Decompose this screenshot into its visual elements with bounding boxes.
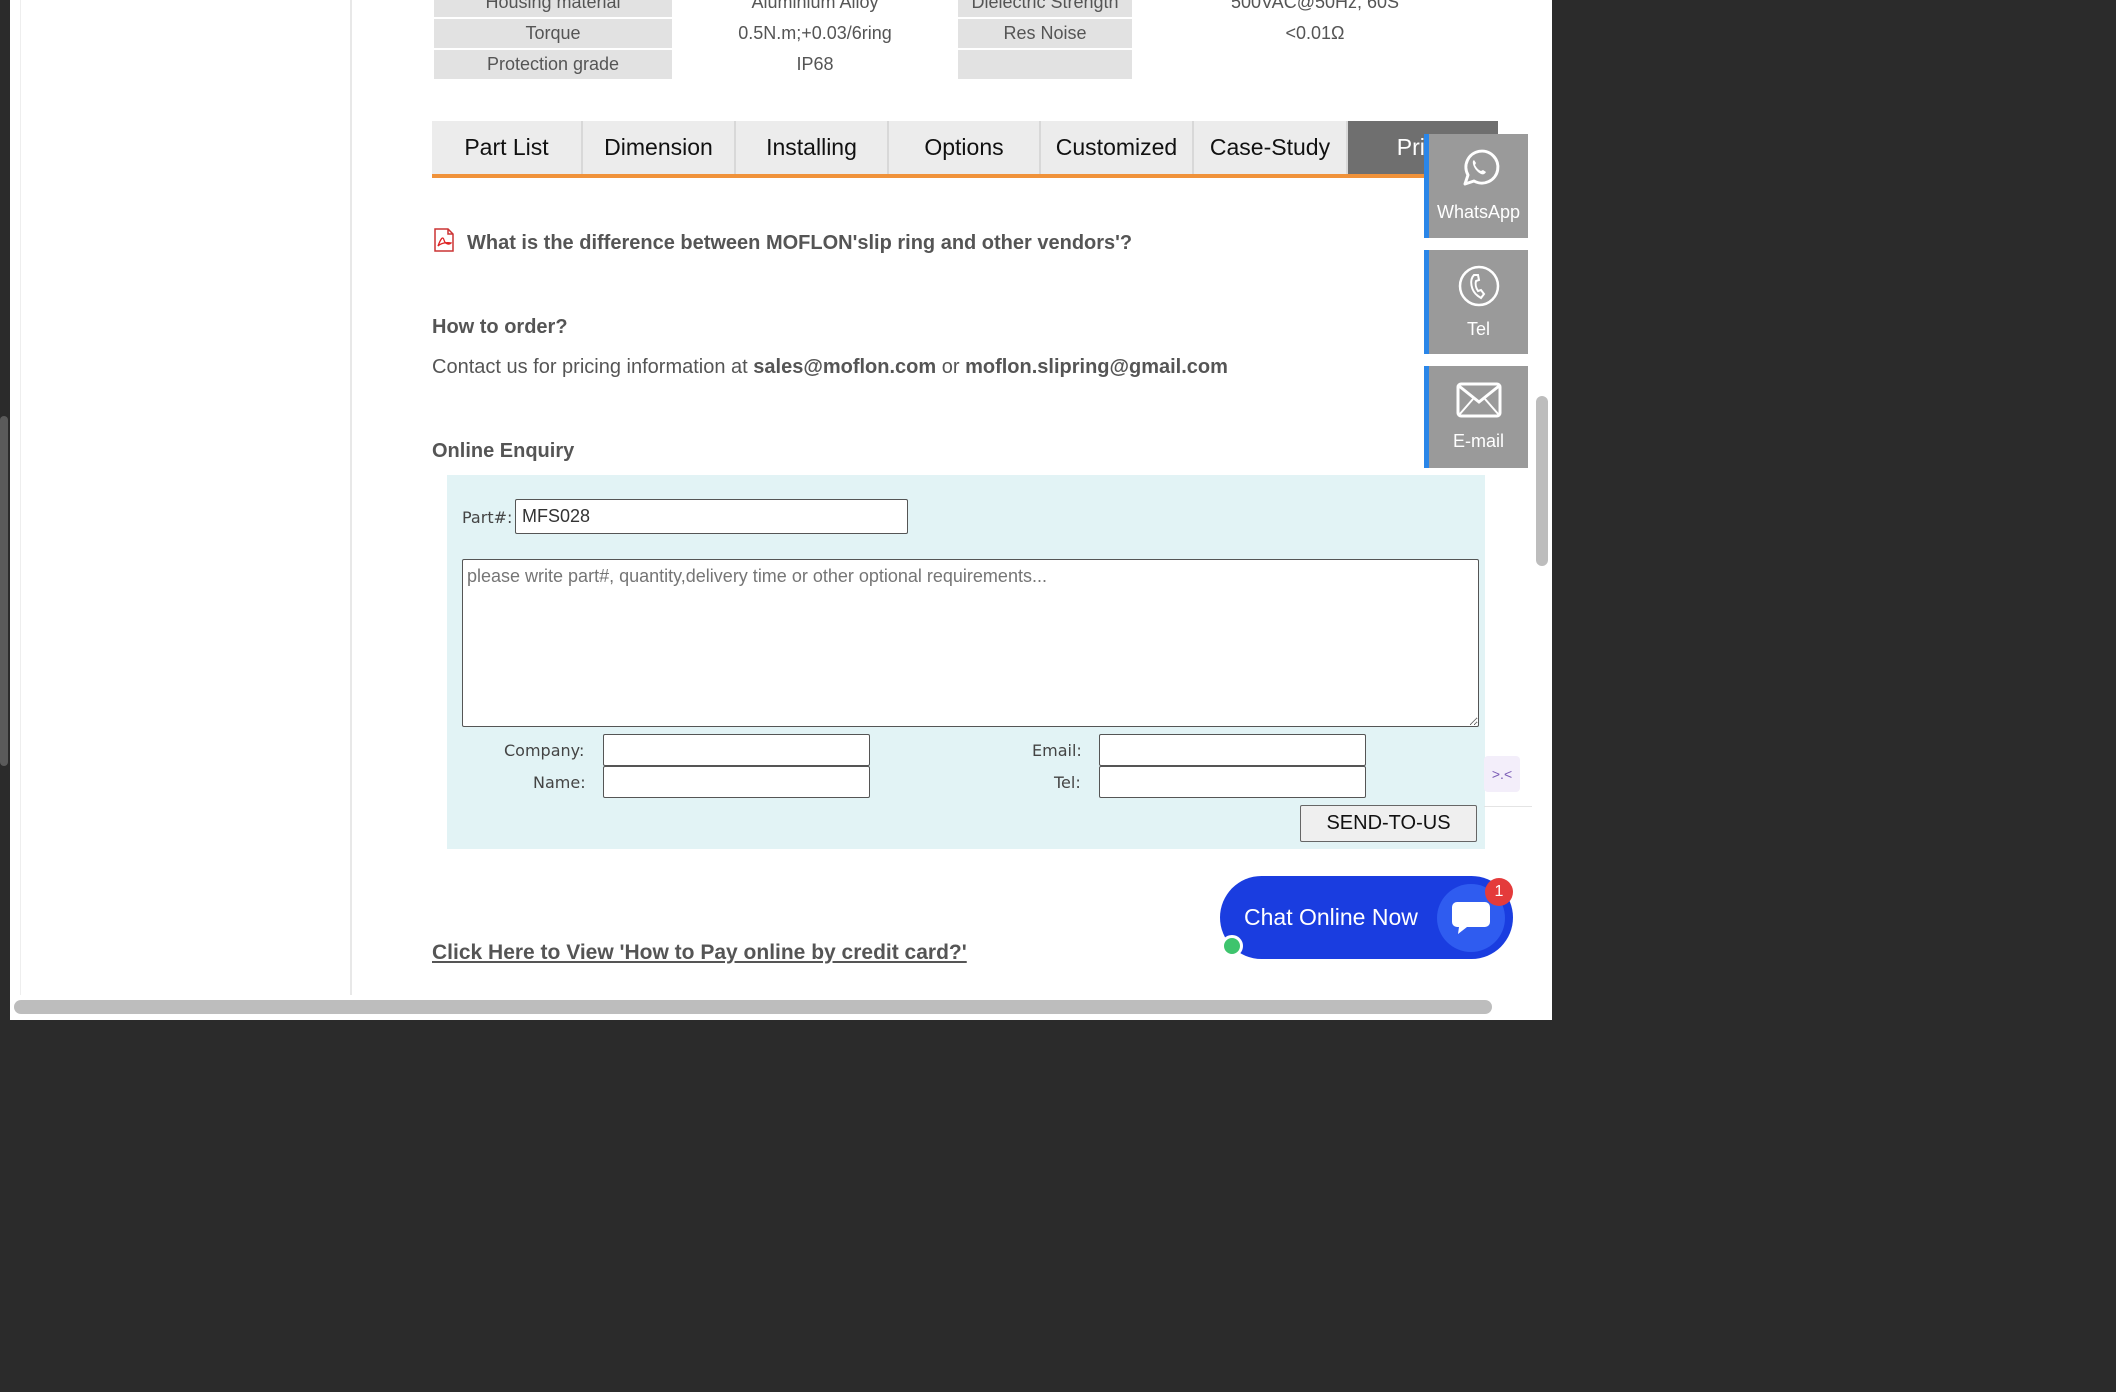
spec-key: Dielectric Strength (956, 0, 1134, 19)
left-scrollbar[interactable] (0, 416, 8, 766)
mail-icon (1456, 382, 1501, 418)
email-button[interactable]: E-mail (1424, 366, 1528, 468)
table-row: Torque 0.5N.m;+0.03/6ring Res Noise <0.0… (432, 17, 1498, 50)
spec-key: Housing material (432, 0, 674, 19)
mini-chat-widget[interactable]: >.< (1484, 756, 1520, 792)
gmail-email[interactable]: moflon.slipring@gmail.com (965, 356, 1228, 378)
part-label: Part#: (462, 508, 513, 527)
name-label: Name: (533, 773, 586, 792)
chat-label: Chat Online Now (1244, 904, 1418, 930)
send-button[interactable]: SEND-TO-US (1300, 805, 1477, 842)
tel-label: Tel: (1054, 773, 1081, 792)
tab-installing[interactable]: Installing (736, 121, 889, 174)
spec-value: 0.5N.m;+0.03/6ring (672, 17, 958, 50)
phone-icon (1458, 265, 1499, 307)
vertical-scrollbar[interactable] (1536, 396, 1548, 566)
horizontal-scrollbar[interactable] (14, 1000, 1492, 1014)
table-row: Protection grade IP68 (432, 48, 1498, 81)
spec-key (956, 48, 1134, 81)
tel-label: Tel (1466, 319, 1490, 339)
tab-customized[interactable]: Customized (1041, 121, 1194, 174)
table-row: Housing material Aluminium Alloy Dielect… (432, 0, 1498, 19)
faq-question[interactable]: What is the difference between MOFLON'sl… (467, 232, 1132, 255)
whatsapp-button[interactable]: WhatsApp (1424, 134, 1528, 238)
contact-prefix: Contact us for pricing information at (432, 356, 754, 378)
unread-badge: 1 (1485, 878, 1513, 906)
spec-value: Aluminium Alloy (672, 0, 958, 19)
divider (1484, 806, 1532, 807)
spec-key: Protection grade (432, 48, 674, 81)
company-label: Company: (504, 741, 585, 760)
email-label: Email: (1032, 741, 1082, 760)
spec-table: Housing material Aluminium Alloy Dielect… (432, 0, 1498, 81)
browser-viewport: Housing material Aluminium Alloy Dielect… (10, 0, 1552, 1020)
email-input[interactable] (1099, 734, 1366, 766)
enquiry-form: Part#: MFS028 Company: Name: Email: Tel:… (447, 475, 1485, 849)
tel-input[interactable] (1099, 766, 1366, 798)
whatsapp-icon (1463, 149, 1499, 186)
online-status-dot (1221, 935, 1243, 957)
how-to-order-heading: How to order? (432, 316, 568, 338)
message-textarea[interactable] (462, 559, 1479, 727)
whatsapp-label: WhatsApp (1436, 202, 1521, 222)
spec-value: 500VAC@50Hz, 60S (1132, 0, 1498, 19)
company-input[interactable] (603, 734, 870, 766)
part-number-input[interactable]: MFS028 (515, 499, 908, 534)
online-enquiry-heading: Online Enquiry (432, 440, 575, 462)
spec-value: IP68 (672, 48, 958, 81)
contact-info: Contact us for pricing information at sa… (432, 356, 1228, 379)
spec-key: Res Noise (956, 17, 1134, 50)
email-label: E-mail (1452, 431, 1504, 451)
chat-bubble-icon (1452, 902, 1490, 934)
product-tabs: Part List Dimension Installing Options C… (432, 121, 1498, 178)
pdf-icon (434, 228, 454, 252)
tab-part-list[interactable]: Part List (432, 121, 583, 174)
spec-key: Torque (432, 17, 674, 50)
sales-email[interactable]: sales@moflon.com (753, 356, 936, 378)
tab-case-study[interactable]: Case-Study (1194, 121, 1348, 174)
name-input[interactable] (603, 766, 870, 798)
contact-or: or (936, 356, 966, 378)
tab-dimension[interactable]: Dimension (583, 121, 736, 174)
spec-value: <0.01Ω (1132, 17, 1498, 50)
spec-value (1132, 48, 1498, 81)
chat-online-button[interactable]: Chat Online Now 1 (1220, 876, 1513, 959)
tel-button[interactable]: Tel (1424, 250, 1528, 354)
tab-options[interactable]: Options (889, 121, 1041, 174)
pay-by-credit-card-link[interactable]: Click Here to View 'How to Pay online by… (432, 941, 967, 965)
left-sidebar-column (20, 0, 352, 995)
